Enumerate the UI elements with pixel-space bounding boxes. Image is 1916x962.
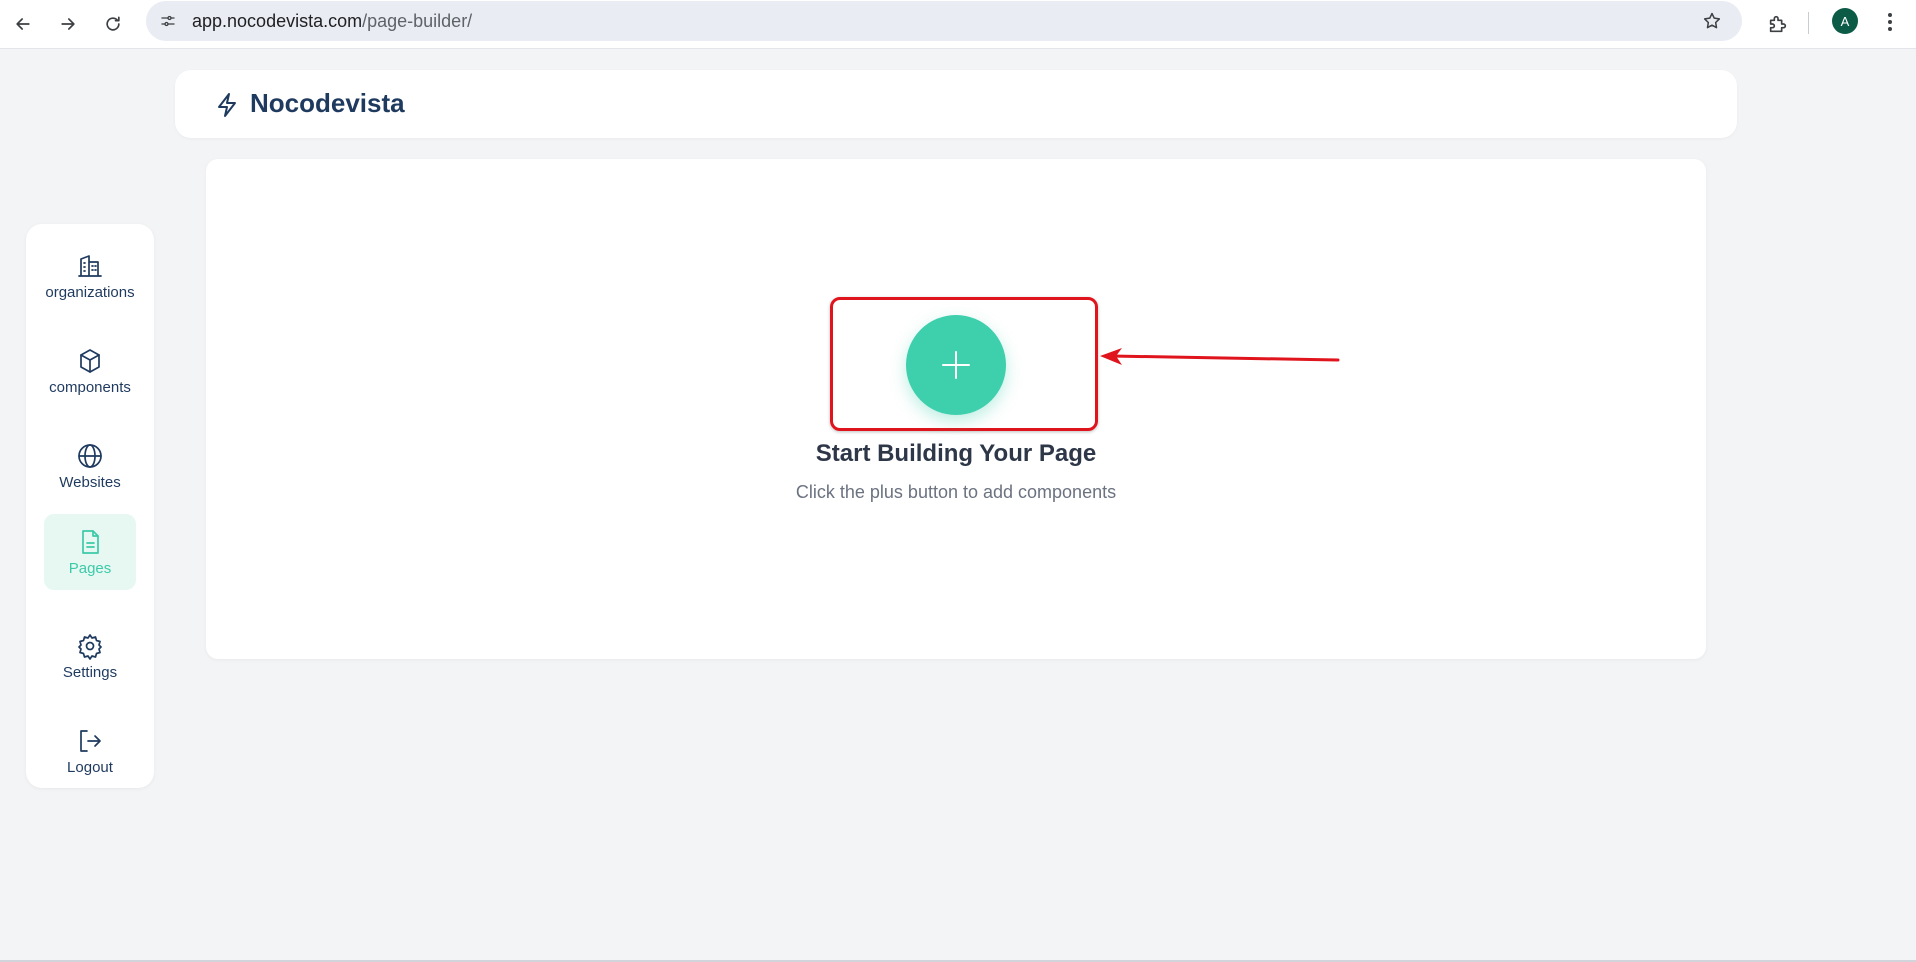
sidebar-item-label: Websites [59, 473, 121, 491]
site-info-icon [161, 15, 175, 27]
plus-icon [942, 351, 970, 379]
reload-icon [106, 16, 120, 31]
forward-arrow-icon [61, 18, 75, 30]
sidebar-item-websites[interactable]: Websites [44, 428, 136, 504]
more-menu-button[interactable] [1876, 8, 1904, 36]
annotation-arrow [1100, 348, 1340, 365]
url-text[interactable]: app.nocodevista.com/page-builder/ [192, 11, 472, 32]
sidebar: organizations components Websites Pages … [26, 224, 154, 788]
sidebar-item-label: Logout [67, 758, 113, 776]
sidebar-item-label: components [49, 378, 131, 396]
empty-state-subtitle: Click the plus button to add components [795, 482, 1117, 502]
globe-icon [78, 443, 102, 468]
toolbar-divider [1808, 12, 1809, 34]
sidebar-item-pages[interactable]: Pages [44, 514, 136, 590]
sidebar-item-components[interactable]: components [44, 333, 136, 409]
building-icon [78, 254, 102, 277]
sidebar-item-settings[interactable]: Settings [44, 618, 136, 694]
url-path: /page-builder/ [362, 11, 473, 31]
back-arrow-icon [16, 18, 30, 30]
cube-icon [80, 348, 100, 373]
empty-state-title: Start Building Your Page [815, 440, 1097, 467]
add-component-button[interactable] [906, 315, 1006, 415]
browser-toolbar: app.nocodevista.com/page-builder/ A [0, 0, 1916, 49]
reload-button[interactable] [99, 10, 127, 38]
extensions-icon [1769, 15, 1787, 33]
address-bar[interactable]: app.nocodevista.com/page-builder/ [146, 1, 1742, 41]
forward-button[interactable] [54, 10, 82, 38]
sidebar-item-label: Pages [68, 559, 112, 577]
brand-name[interactable]: Nocodevista [250, 88, 405, 119]
extensions-button[interactable] [1764, 10, 1792, 38]
sidebar-item-label: Settings [62, 663, 118, 681]
app-header: Nocodevista [175, 70, 1737, 138]
star-icon [1703, 12, 1721, 29]
gear-icon [78, 633, 102, 660]
sidebar-item-label: organizations [45, 283, 135, 301]
document-icon [82, 529, 99, 554]
url-host: app.nocodevista.com [192, 11, 363, 31]
more-menu-icon [1888, 13, 1892, 17]
logout-icon [80, 729, 101, 752]
lightning-bolt-icon [215, 92, 239, 118]
back-button[interactable] [9, 10, 37, 38]
sidebar-item-organizations[interactable]: organizations [44, 238, 136, 314]
site-info-button[interactable] [156, 9, 180, 33]
profile-avatar[interactable]: A [1832, 8, 1858, 34]
sidebar-item-logout[interactable]: Logout [44, 713, 136, 789]
bookmark-button[interactable] [1700, 9, 1724, 33]
